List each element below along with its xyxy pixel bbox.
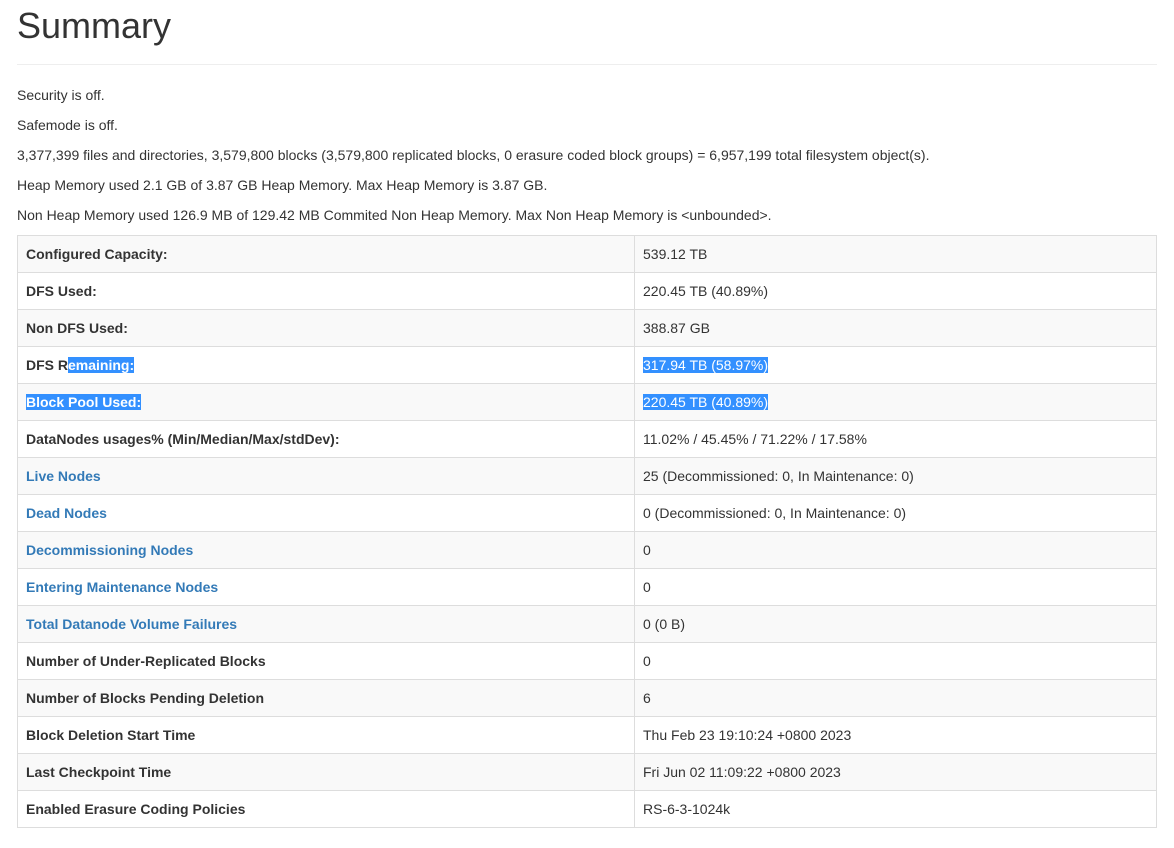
datanodes-usages-value: 11.02% / 45.45% / 71.22% / 17.58% xyxy=(634,420,1157,458)
entering-maintenance-nodes-link[interactable]: Entering Maintenance Nodes xyxy=(26,579,218,595)
non-heap-memory-summary: Non Heap Memory used 126.9 MB of 129.42 … xyxy=(17,207,772,223)
dfs-used-value: 220.45 TB (40.89%) xyxy=(634,272,1157,310)
configured-capacity-value: 539.12 TB xyxy=(634,235,1157,273)
summary-page: Summary Security is off. Safemode is off… xyxy=(0,0,1174,828)
configured-capacity-label: Configured Capacity: xyxy=(17,235,635,273)
filesystem-objects-summary: 3,377,399 files and directories, 3,579,8… xyxy=(17,147,930,163)
table-row: Live Nodes 25 (Decommissioned: 0, In Mai… xyxy=(17,457,1157,495)
table-row: Number of Under-Replicated Blocks 0 xyxy=(17,642,1157,680)
blocks-pending-deletion-value: 6 xyxy=(634,679,1157,717)
datanodes-usages-label: DataNodes usages% (Min/Median/Max/stdDev… xyxy=(17,420,635,458)
live-nodes-label-cell: Live Nodes xyxy=(17,457,635,495)
table-row: Block Pool Used: 220.45 TB (40.89%) xyxy=(17,383,1157,421)
decommissioning-nodes-link[interactable]: Decommissioning Nodes xyxy=(26,542,193,558)
table-row: Total Datanode Volume Failures 0 (0 B) xyxy=(17,605,1157,643)
non-dfs-used-value: 388.87 GB xyxy=(634,309,1157,347)
dead-nodes-label-cell: Dead Nodes xyxy=(17,494,635,532)
table-row: Dead Nodes 0 (Decommissioned: 0, In Main… xyxy=(17,494,1157,532)
decommissioning-nodes-label-cell: Decommissioning Nodes xyxy=(17,531,635,569)
block-pool-used-value: 220.45 TB (40.89%) xyxy=(643,394,769,410)
dfs-used-label: DFS Used: xyxy=(17,272,635,310)
block-pool-used-label-cell: Block Pool Used: xyxy=(17,383,635,421)
safemode-status: Safemode is off. xyxy=(17,117,118,133)
dead-nodes-value: 0 (Decommissioned: 0, In Maintenance: 0) xyxy=(634,494,1157,532)
block-pool-used-label: Block Pool Used: xyxy=(26,394,142,410)
title-divider xyxy=(17,64,1157,65)
table-row: Number of Blocks Pending Deletion 6 xyxy=(17,679,1157,717)
total-volume-failures-label-cell: Total Datanode Volume Failures xyxy=(17,605,635,643)
total-volume-failures-link[interactable]: Total Datanode Volume Failures xyxy=(26,616,237,632)
table-row: Non DFS Used: 388.87 GB xyxy=(17,309,1157,347)
live-nodes-link[interactable]: Live Nodes xyxy=(26,468,101,484)
blocks-pending-deletion-label: Number of Blocks Pending Deletion xyxy=(17,679,635,717)
entering-maintenance-nodes-label-cell: Entering Maintenance Nodes xyxy=(17,568,635,606)
table-row: Block Deletion Start Time Thu Feb 23 19:… xyxy=(17,716,1157,754)
table-row: DFS Used: 220.45 TB (40.89%) xyxy=(17,272,1157,310)
table-row: DataNodes usages% (Min/Median/Max/stdDev… xyxy=(17,420,1157,458)
table-row: Entering Maintenance Nodes 0 xyxy=(17,568,1157,606)
dead-nodes-link[interactable]: Dead Nodes xyxy=(26,505,107,521)
live-nodes-value: 25 (Decommissioned: 0, In Maintenance: 0… xyxy=(634,457,1157,495)
dfs-remaining-label: DFS Remaining: xyxy=(17,346,635,384)
dfs-remaining-value: 317.94 TB (58.97%) xyxy=(643,357,769,373)
page-title: Summary xyxy=(17,5,172,46)
summary-table: Configured Capacity: 539.12 TB DFS Used:… xyxy=(17,235,1157,828)
heap-memory-summary: Heap Memory used 2.1 GB of 3.87 GB Heap … xyxy=(17,177,548,193)
under-replicated-blocks-value: 0 xyxy=(634,642,1157,680)
enabled-ec-policies-label: Enabled Erasure Coding Policies xyxy=(17,790,635,828)
table-row: DFS Remaining: 317.94 TB (58.97%) xyxy=(17,346,1157,384)
table-row: Configured Capacity: 539.12 TB xyxy=(17,235,1157,273)
non-dfs-used-label: Non DFS Used: xyxy=(17,309,635,347)
block-deletion-start-time-value: Thu Feb 23 19:10:24 +0800 2023 xyxy=(634,716,1157,754)
decommissioning-nodes-value: 0 xyxy=(634,531,1157,569)
info-lines: Security is off. Safemode is off. 3,377,… xyxy=(17,85,1157,235)
block-pool-used-value-cell: 220.45 TB (40.89%) xyxy=(634,383,1157,421)
enabled-ec-policies-value: RS-6-3-1024k xyxy=(634,790,1157,828)
entering-maintenance-nodes-value: 0 xyxy=(634,568,1157,606)
block-deletion-start-time-label: Block Deletion Start Time xyxy=(17,716,635,754)
table-row: Decommissioning Nodes 0 xyxy=(17,531,1157,569)
total-volume-failures-value: 0 (0 B) xyxy=(634,605,1157,643)
under-replicated-blocks-label: Number of Under-Replicated Blocks xyxy=(17,642,635,680)
last-checkpoint-time-value: Fri Jun 02 11:09:22 +0800 2023 xyxy=(634,753,1157,791)
table-row: Last Checkpoint Time Fri Jun 02 11:09:22… xyxy=(17,753,1157,791)
security-status: Security is off. xyxy=(17,87,105,103)
dfs-remaining-label-prefix: DFS R xyxy=(26,357,68,373)
table-row: Enabled Erasure Coding Policies RS-6-3-1… xyxy=(17,790,1157,828)
dfs-remaining-value-cell: 317.94 TB (58.97%) xyxy=(634,346,1157,384)
last-checkpoint-time-label: Last Checkpoint Time xyxy=(17,753,635,791)
dfs-remaining-label-selected: emaining: xyxy=(68,357,135,373)
